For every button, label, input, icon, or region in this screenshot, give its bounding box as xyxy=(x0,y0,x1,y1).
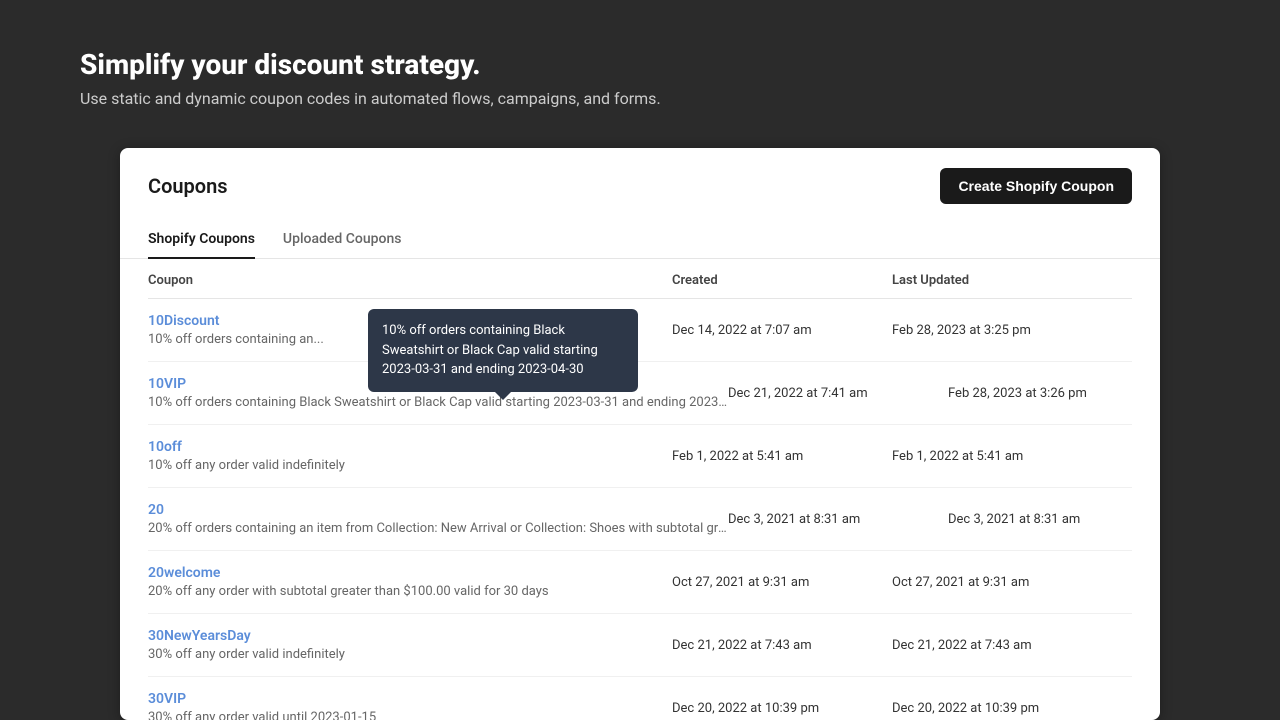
tab-uploaded-coupons[interactable]: Uploaded Coupons xyxy=(283,221,402,259)
coupon-cell: 10off 10% off any order valid indefinite… xyxy=(148,439,672,473)
coupon-cell: 30NewYearsDay 30% off any order valid in… xyxy=(148,628,672,662)
coupon-updated-10off: Feb 1, 2022 at 5:41 am xyxy=(892,439,1132,473)
coupon-updated-20welcome: Oct 27, 2021 at 9:31 am xyxy=(892,565,1132,599)
header-created: Created xyxy=(672,273,892,288)
table-row: 20welcome 20% off any order with subtota… xyxy=(148,551,1132,614)
coupon-created-30vip: Dec 20, 2022 at 10:39 pm xyxy=(672,691,892,720)
coupon-created-10discount: Dec 14, 2022 at 7:07 am xyxy=(672,313,892,347)
panel-title: Coupons xyxy=(148,174,228,198)
coupon-updated-10vip: Feb 28, 2023 at 3:26 pm xyxy=(948,376,1160,410)
coupon-created-10off: Feb 1, 2022 at 5:41 am xyxy=(672,439,892,473)
table-row: 20 20% off orders containing an item fro… xyxy=(148,488,1132,551)
coupon-name-20welcome[interactable]: 20welcome xyxy=(148,565,672,581)
hero-subtitle: Use static and dynamic coupon codes in a… xyxy=(80,89,1200,108)
coupon-name-30newyearsday[interactable]: 30NewYearsDay xyxy=(148,628,672,644)
coupon-updated-30vip: Dec 20, 2022 at 10:39 pm xyxy=(892,691,1132,720)
coupon-cell: 10VIP 10% off orders containing Black Sw… xyxy=(148,376,728,410)
tabs-bar: Shopify Coupons Uploaded Coupons xyxy=(120,220,1160,259)
table-row: 10off 10% off any order valid indefinite… xyxy=(148,425,1132,488)
tab-shopify-coupons[interactable]: Shopify Coupons xyxy=(148,221,255,259)
coupon-cell: 20 20% off orders containing an item fro… xyxy=(148,502,728,536)
coupon-name-10vip[interactable]: 10VIP xyxy=(148,376,728,392)
coupon-name-30vip[interactable]: 30VIP xyxy=(148,691,672,707)
coupon-desc-10off: 10% off any order valid indefinitely xyxy=(148,458,672,473)
coupon-updated-10discount: Feb 28, 2023 at 3:25 pm xyxy=(892,313,1132,347)
hero-title: Simplify your discount strategy. xyxy=(80,48,1200,81)
panel-header: Coupons Create Shopify Coupon xyxy=(120,148,1160,204)
coupon-cell: 10Discount 10% off orders containing an.… xyxy=(148,313,672,347)
coupon-cell: 20welcome 20% off any order with subtota… xyxy=(148,565,672,599)
hero-section: Simplify your discount strategy. Use sta… xyxy=(0,0,1280,148)
table-row: 30NewYearsDay 30% off any order valid in… xyxy=(148,614,1132,677)
create-shopify-coupon-button[interactable]: Create Shopify Coupon xyxy=(940,168,1132,204)
coupon-created-10vip: Dec 21, 2022 at 7:41 am xyxy=(728,376,948,410)
coupon-desc-10discount: 10% off orders containing an... xyxy=(148,332,672,347)
coupon-updated-30newyearsday: Dec 21, 2022 at 7:43 am xyxy=(892,628,1132,662)
table-header: Coupon Created Last Updated xyxy=(148,259,1132,299)
header-last-updated: Last Updated xyxy=(892,273,1132,288)
table-row: 30VIP 30% off any order valid until 2023… xyxy=(148,677,1132,720)
coupon-created-20welcome: Oct 27, 2021 at 9:31 am xyxy=(672,565,892,599)
coupon-created-30newyearsday: Dec 21, 2022 at 7:43 am xyxy=(672,628,892,662)
coupon-cell: 30VIP 30% off any order valid until 2023… xyxy=(148,691,672,720)
coupon-desc-30newyearsday: 30% off any order valid indefinitely xyxy=(148,647,672,662)
coupon-name-10discount[interactable]: 10Discount xyxy=(148,313,672,329)
coupon-name-10off[interactable]: 10off xyxy=(148,439,672,455)
coupon-desc-20: 20% off orders containing an item from C… xyxy=(148,521,728,536)
coupon-desc-10vip: 10% off orders containing Black Sweatshi… xyxy=(148,395,728,410)
table-row: 10VIP 10% off orders containing Black Sw… xyxy=(148,362,1132,425)
table-row: 10Discount 10% off orders containing an.… xyxy=(148,299,1132,362)
coupons-panel: Coupons Create Shopify Coupon Shopify Co… xyxy=(120,148,1160,720)
coupon-desc-30vip: 30% off any order valid until 2023-01-15 xyxy=(148,710,672,720)
coupon-name-20[interactable]: 20 xyxy=(148,502,728,518)
header-coupon: Coupon xyxy=(148,273,672,288)
coupon-updated-20: Dec 3, 2021 at 8:31 am xyxy=(948,502,1160,536)
coupon-created-20: Dec 3, 2021 at 8:31 am xyxy=(728,502,948,536)
coupon-desc-20welcome: 20% off any order with subtotal greater … xyxy=(148,584,672,599)
table-container: Coupon Created Last Updated 10Discount 1… xyxy=(120,259,1160,720)
